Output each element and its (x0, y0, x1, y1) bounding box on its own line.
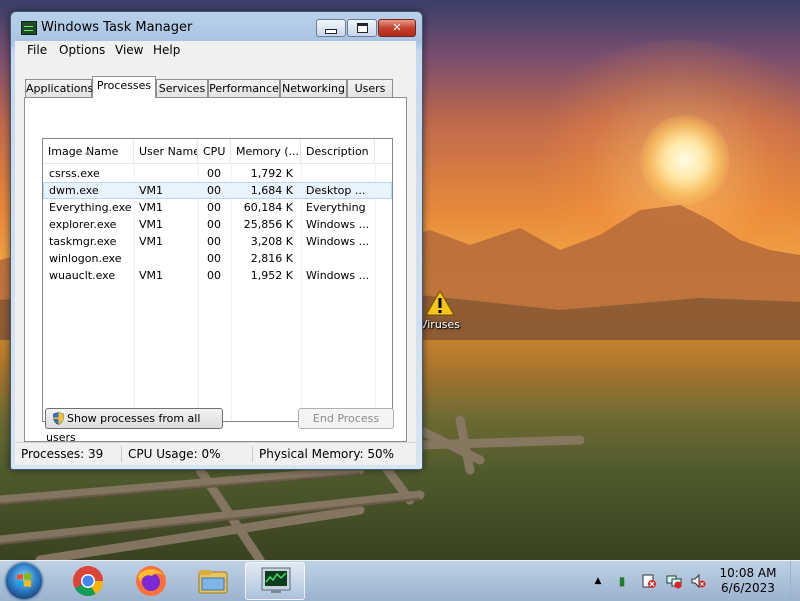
cell-cpu: 00 (207, 184, 221, 197)
button-label: Show processes from all users (46, 412, 201, 444)
cell-cpu: 00 (207, 218, 221, 231)
uac-shield-icon (53, 411, 64, 425)
title-bar[interactable]: Windows Task Manager ✕ (11, 12, 422, 42)
maximize-button[interactable] (347, 19, 377, 37)
firefox-icon[interactable] (134, 564, 168, 598)
cell-memory: 60,184 K (243, 201, 293, 214)
minimize-icon (325, 29, 337, 34)
tab-processes[interactable]: Processes (92, 76, 156, 98)
cell-image: wuauclt.exe (49, 269, 116, 282)
menu-help[interactable]: Help (149, 43, 184, 57)
cell-cpu: 00 (207, 167, 221, 180)
column-cpu[interactable]: CPU (198, 139, 231, 163)
cell-description: Windows ... (306, 235, 370, 248)
close-button[interactable]: ✕ (378, 19, 416, 37)
show-desktop-button[interactable] (790, 561, 800, 601)
cell-cpu: 00 (207, 235, 221, 248)
process-list[interactable]: ▲ Image Name User Name CPU Memory (... D… (42, 138, 393, 422)
column-label: Image Name (48, 145, 119, 158)
cell-image: dwm.exe (49, 184, 99, 197)
cell-image: explorer.exe (49, 218, 117, 231)
column-memory[interactable]: Memory (... (231, 139, 301, 163)
column-user-name[interactable]: User Name (134, 139, 198, 163)
cell-memory: 3,208 K (250, 235, 293, 248)
end-process-button[interactable]: End Process (298, 408, 394, 429)
tab-performance[interactable]: Performance (208, 79, 280, 97)
cell-image: taskmgr.exe (49, 235, 117, 248)
close-icon: ✕ (392, 21, 402, 34)
desktop-icon-viruses[interactable]: Viruses (418, 290, 462, 331)
cell-user: VM1 (139, 235, 164, 248)
cell-user: VM1 (139, 201, 164, 214)
start-button[interactable] (6, 563, 42, 599)
tab-services[interactable]: Services (156, 79, 208, 97)
cell-cpu: 00 (207, 201, 221, 214)
cell-user: VM1 (139, 269, 164, 282)
tab-control: Applications Processes Services Performa… (15, 61, 416, 446)
sort-ascending-icon: ▲ (85, 149, 90, 156)
column-image-name[interactable]: ▲ Image Name (43, 139, 134, 163)
tab-applications[interactable]: Applications (25, 79, 93, 97)
tab-users[interactable]: Users (347, 79, 393, 97)
task-manager-tray-icon[interactable]: ▮ (614, 573, 630, 589)
file-explorer-icon[interactable] (196, 564, 230, 598)
table-row[interactable]: explorer.exe VM1 00 25,856 K Windows ... (43, 216, 392, 233)
table-row[interactable]: csrss.exe 00 1,792 K (43, 165, 392, 182)
cell-description: Desktop ... (306, 184, 366, 197)
status-bar: Processes: 39 CPU Usage: 0% Physical Mem… (15, 442, 416, 465)
volume-muted-icon[interactable] (690, 573, 706, 589)
cell-memory: 1,952 K (250, 269, 293, 282)
cell-cpu: 00 (207, 252, 221, 265)
cell-memory: 25,856 K (243, 218, 293, 231)
cell-image: csrss.exe (49, 167, 100, 180)
show-hidden-icons-arrow-icon[interactable]: ▲ (590, 573, 606, 589)
cell-memory: 1,792 K (250, 167, 293, 180)
cell-description: Windows ... (306, 269, 370, 282)
table-row[interactable]: winlogon.exe 00 2,816 K (43, 250, 392, 267)
warning-icon (425, 290, 455, 316)
cell-description: Everything (306, 201, 366, 214)
column-description[interactable]: Description (301, 139, 375, 163)
tab-networking[interactable]: Networking (280, 79, 347, 97)
table-row[interactable]: wuauclt.exe VM1 00 1,952 K Windows ... (43, 267, 392, 284)
cell-memory: 1,684 K (250, 184, 293, 197)
clock-date: 6/6/2023 (721, 581, 775, 595)
cell-user: VM1 (139, 218, 164, 231)
maximize-icon (356, 23, 368, 33)
desktop-icon-label: Viruses (419, 318, 461, 331)
list-header: ▲ Image Name User Name CPU Memory (... D… (43, 139, 392, 164)
task-manager-app-icon (21, 21, 37, 35)
processes-panel: ▲ Image Name User Name CPU Memory (... D… (24, 97, 407, 444)
cell-user: VM1 (139, 184, 164, 197)
cell-cpu: 00 (207, 269, 221, 282)
taskbar: ▲ ▮ 10:08 AM 6/6/2023 (0, 560, 800, 601)
task-manager-icon (261, 567, 291, 593)
chrome-icon[interactable] (71, 564, 105, 598)
table-row[interactable]: Everything.exe VM1 00 60,184 K Everythin… (43, 199, 392, 216)
task-manager-window: Windows Task Manager ✕ File Options View… (10, 11, 423, 470)
menu-bar: File Options View Help (15, 41, 416, 61)
windows-logo-icon (17, 573, 31, 587)
cell-image: Everything.exe (49, 201, 132, 214)
task-manager-taskbar-button[interactable] (245, 562, 305, 600)
table-row[interactable]: dwm.exe VM1 00 1,684 K Desktop ... (43, 182, 392, 199)
status-cpu-usage: CPU Usage: 0% (125, 446, 253, 462)
minimize-button[interactable] (316, 19, 346, 37)
action-center-icon[interactable] (641, 573, 657, 589)
cell-description: Windows ... (306, 218, 370, 231)
cell-memory: 2,816 K (250, 252, 293, 265)
table-row[interactable]: taskmgr.exe VM1 00 3,208 K Windows ... (43, 233, 392, 250)
menu-options[interactable]: Options (55, 43, 109, 57)
network-icon[interactable] (666, 573, 682, 589)
status-processes: Processes: 39 (18, 446, 122, 462)
menu-view[interactable]: View (111, 43, 147, 57)
status-physical-memory: Physical Memory: 50% (259, 447, 395, 461)
menu-file[interactable]: File (23, 43, 51, 57)
clock-time: 10:08 AM (719, 566, 777, 580)
cell-image: winlogon.exe (49, 252, 122, 265)
taskbar-clock[interactable]: 10:08 AM 6/6/2023 (716, 566, 780, 596)
show-all-processes-button[interactable]: Show processes from all users (45, 408, 223, 444)
window-title: Windows Task Manager (41, 20, 193, 35)
